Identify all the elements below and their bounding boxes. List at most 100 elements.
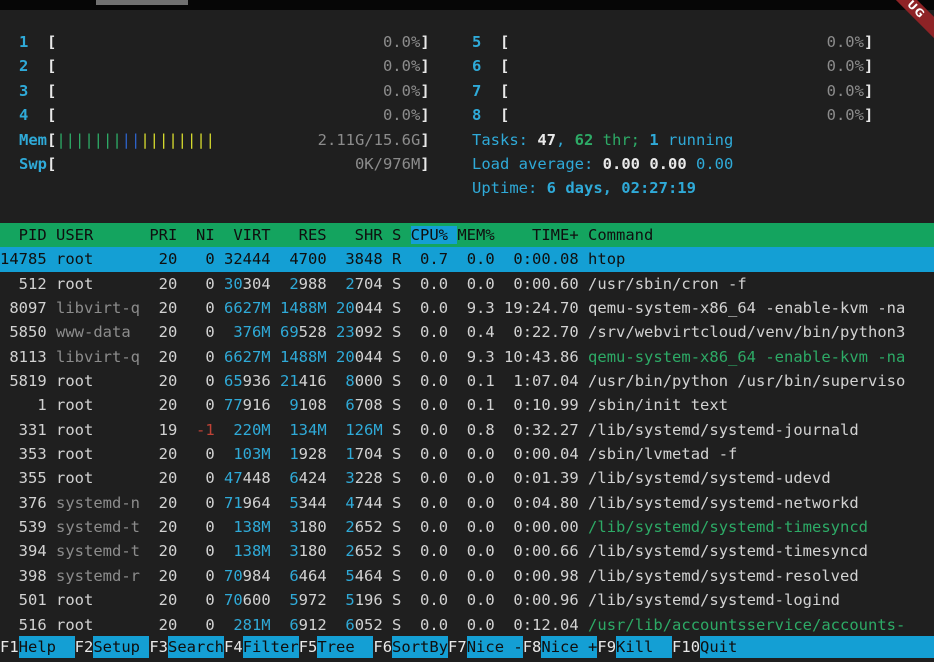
fkey-f5-tree[interactable]: F5Tree bbox=[299, 636, 374, 658]
column-header-pri[interactable]: PRI bbox=[149, 226, 186, 244]
spacer bbox=[271, 250, 280, 268]
cell-shr: 2 bbox=[336, 518, 355, 536]
cell-mem: 0.0 bbox=[457, 275, 504, 293]
spacer bbox=[383, 518, 392, 536]
process-row-353[interactable]: 353 root 20 0 103M 1928 1704 S 0.0 0.0 0… bbox=[0, 442, 934, 466]
cell-shr: 652 bbox=[355, 518, 383, 536]
meter-bracket-open: [ bbox=[47, 33, 56, 51]
fkey-number: F2 bbox=[75, 636, 94, 658]
column-header-time[interactable]: TIME+ bbox=[504, 226, 588, 244]
fkey-f8-nice[interactable]: F8Nice + bbox=[523, 636, 598, 658]
window-tab[interactable] bbox=[96, 0, 188, 5]
column-header-res[interactable]: RES bbox=[280, 226, 336, 244]
spacer bbox=[327, 250, 336, 268]
cell-state: S bbox=[392, 591, 411, 609]
column-header-shr[interactable]: SHR bbox=[336, 226, 392, 244]
meters-right-column: 5 [ 0.0%]6 [ 0.0%]7 [ 0.0%]8 [ 0.0%]Task… bbox=[472, 30, 873, 201]
cell-virt: 376M bbox=[224, 323, 271, 341]
cell-shr: 8 bbox=[336, 372, 355, 390]
cell-ni: 0 bbox=[187, 469, 224, 487]
cell-virt: 103M bbox=[224, 445, 271, 463]
column-header-pid[interactable]: PID bbox=[0, 226, 56, 244]
spacer bbox=[383, 250, 392, 268]
process-row-331[interactable]: 331 root 19 -1 220M 134M 126M S 0.0 0.8 … bbox=[0, 418, 934, 442]
fkey-f7-nice[interactable]: F7Nice - bbox=[448, 636, 523, 658]
cell-res: 180 bbox=[299, 518, 327, 536]
column-header-ni[interactable]: NI bbox=[187, 226, 224, 244]
load-average-segment: 0.00 bbox=[603, 155, 650, 173]
cell-pri: 20 bbox=[149, 396, 186, 414]
process-row-501[interactable]: 501 root 20 0 70600 5972 5196 S 0.0 0.0 … bbox=[0, 588, 934, 612]
cell-command: qemu-system-x86_64 -enable-kvm -na bbox=[588, 348, 905, 366]
spacer bbox=[327, 372, 336, 390]
cell-shr: 5 bbox=[336, 567, 355, 585]
cell-ni: 0 bbox=[187, 250, 224, 268]
column-header-mem[interactable]: MEM% bbox=[457, 226, 504, 244]
process-row-398[interactable]: 398 systemd-r 20 0 70984 6464 5464 S 0.0… bbox=[0, 564, 934, 588]
process-row-8113[interactable]: 8113 libvirt-q 20 0 6627M 1488M 20044 S … bbox=[0, 345, 934, 369]
process-row-516[interactable]: 516 root 20 0 281M 6912 6052 S 0.0 0.0 0… bbox=[0, 613, 934, 637]
cell-cpu: 0.0 bbox=[411, 372, 458, 390]
cell-res: 1488M bbox=[280, 299, 327, 317]
spacer bbox=[327, 469, 336, 487]
cell-res: 134M bbox=[280, 421, 327, 439]
spacer bbox=[383, 469, 392, 487]
spacer bbox=[481, 106, 500, 124]
spacer bbox=[271, 567, 280, 585]
process-row-376[interactable]: 376 systemd-n 20 0 71964 5344 4744 S 0.0… bbox=[0, 491, 934, 515]
cell-ni: 0 bbox=[187, 275, 224, 293]
spacer bbox=[481, 33, 500, 51]
process-row-5819[interactable]: 5819 root 20 0 65936 21416 8000 S 0.0 0.… bbox=[0, 369, 934, 393]
spacer bbox=[327, 421, 336, 439]
cell-ni: 0 bbox=[187, 372, 224, 390]
process-row-1[interactable]: 1 root 20 0 77916 9108 6708 S 0.0 0.1 0:… bbox=[0, 393, 934, 417]
cell-pri: 20 bbox=[149, 518, 186, 536]
process-row-14785[interactable]: 14785 root 20 0 32444 4700 3848 R 0.7 0.… bbox=[0, 247, 934, 271]
column-header-virt[interactable]: VIRT bbox=[224, 226, 280, 244]
fkey-f6-sortby[interactable]: F6SortBy bbox=[373, 636, 448, 658]
column-header-command[interactable]: Command bbox=[588, 226, 653, 244]
fkey-f9-kill[interactable]: F9Kill bbox=[597, 636, 672, 658]
cell-state: S bbox=[392, 469, 411, 487]
cpu-meter-id: 5 bbox=[472, 33, 481, 51]
spacer bbox=[383, 542, 392, 560]
column-header-user[interactable]: USER bbox=[56, 226, 149, 244]
process-row-539[interactable]: 539 systemd-t 20 0 138M 3180 2652 S 0.0 … bbox=[0, 515, 934, 539]
cell-cpu: 0.0 bbox=[411, 445, 458, 463]
fkey-label: Help bbox=[19, 636, 75, 658]
cell-state: S bbox=[392, 518, 411, 536]
cell-res: 416 bbox=[299, 372, 327, 390]
cpu-meter-value: 0.0% bbox=[509, 106, 864, 124]
cell-res: 4700 bbox=[280, 250, 327, 268]
process-row-512[interactable]: 512 root 20 0 30304 2988 2704 S 0.0 0.0 … bbox=[0, 272, 934, 296]
cell-user: root bbox=[56, 372, 149, 390]
meter-bracket-open: [ bbox=[47, 155, 56, 173]
cell-time: 10:43.86 bbox=[504, 348, 588, 366]
process-row-394[interactable]: 394 systemd-t 20 0 138M 3180 2652 S 0.0 … bbox=[0, 539, 934, 563]
cell-mem: 0.0 bbox=[457, 567, 504, 585]
cell-pid: 5819 bbox=[0, 372, 56, 390]
cpu-meter-id: 7 bbox=[472, 82, 481, 100]
fkey-f2-setup[interactable]: F2Setup bbox=[75, 636, 150, 658]
process-row-8097[interactable]: 8097 libvirt-q 20 0 6627M 1488M 20044 S … bbox=[0, 296, 934, 320]
column-header-cpu[interactable]: CPU% bbox=[411, 226, 458, 244]
fkey-f1-help[interactable]: F1Help bbox=[0, 636, 75, 658]
cell-time: 0:04.80 bbox=[504, 494, 588, 512]
cell-command: /usr/sbin/cron -f bbox=[588, 275, 747, 293]
fkey-f4-filter[interactable]: F4Filter bbox=[224, 636, 299, 658]
process-row-5850[interactable]: 5850 www-data 20 0 376M 69528 23092 S 0.… bbox=[0, 320, 934, 344]
fkey-f10-quit[interactable]: F10Quit bbox=[672, 636, 756, 658]
process-row-355[interactable]: 355 root 20 0 47448 6424 3228 S 0.0 0.0 … bbox=[0, 466, 934, 490]
cell-virt: 984 bbox=[243, 567, 271, 585]
cell-shr: 2 bbox=[336, 275, 355, 293]
fkey-f3-search[interactable]: F3Search bbox=[149, 636, 224, 658]
spacer bbox=[383, 445, 392, 463]
meter-bracket-open: [ bbox=[47, 57, 56, 75]
column-header-state[interactable]: S bbox=[392, 226, 411, 244]
cell-pid: 539 bbox=[0, 518, 56, 536]
spacer bbox=[481, 57, 500, 75]
cpu-meter-id: 8 bbox=[472, 106, 481, 124]
tasks-summary-segment: , bbox=[556, 131, 575, 149]
cell-pri: 20 bbox=[149, 542, 186, 560]
cell-virt: 138M bbox=[224, 518, 271, 536]
